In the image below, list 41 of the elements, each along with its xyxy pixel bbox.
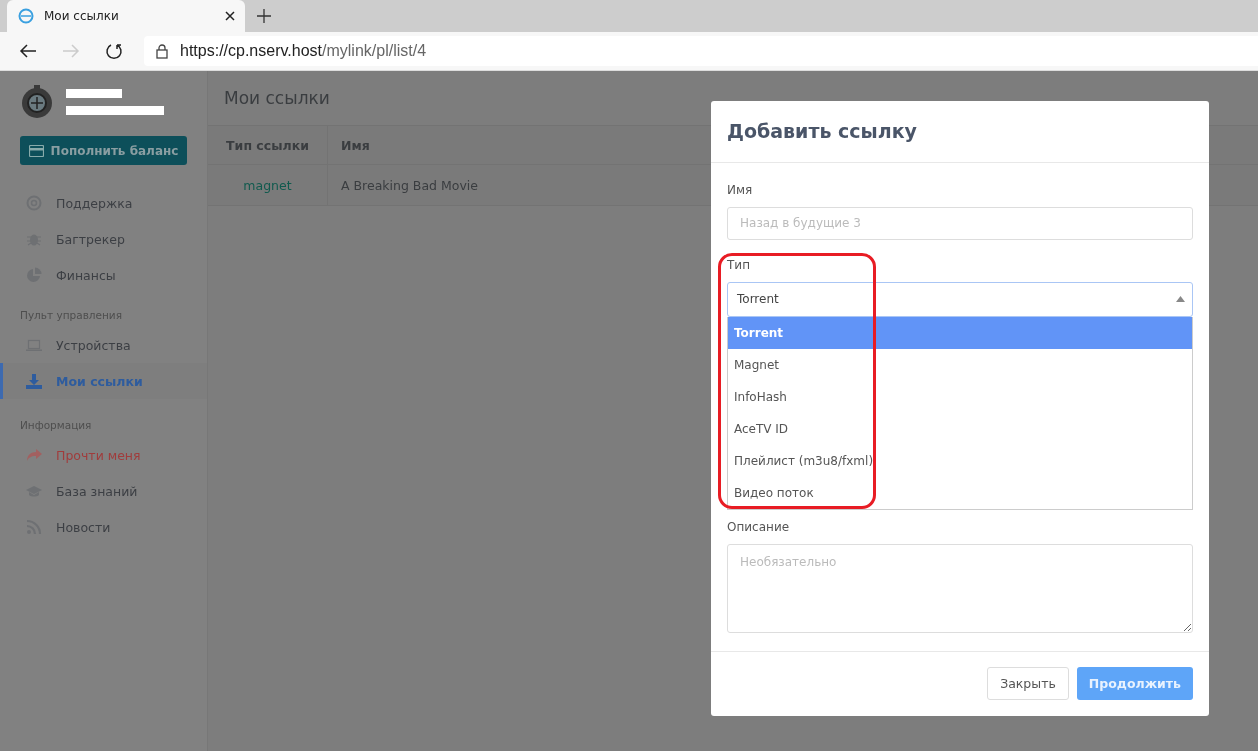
browser-tab[interactable]: Мои ссылки (7, 0, 245, 32)
column-header: Тип ссылки (226, 137, 309, 153)
tab-title: Мои ссылки (44, 9, 120, 23)
lock-icon (156, 43, 168, 59)
dropdown-option[interactable]: InfoHash (728, 380, 1192, 413)
dropdown-option[interactable]: AceTV ID (728, 412, 1192, 445)
dropdown-option[interactable]: Torrent (728, 316, 1192, 349)
sidebar-item[interactable]: Багтрекер (0, 221, 207, 257)
refresh-icon[interactable] (105, 42, 123, 60)
table-cell: A Breaking Bad Movie (341, 177, 478, 193)
plus-icon[interactable] (257, 9, 271, 23)
dropdown-option[interactable]: Плейлист (m3u8/fxml) (728, 444, 1192, 477)
dropdown-option[interactable]: Magnet (728, 348, 1192, 381)
type-select[interactable]: Torrent (727, 281, 1193, 317)
redaction-mark (66, 89, 122, 98)
download-icon (26, 373, 42, 389)
close-button[interactable]: Закрыть (987, 667, 1069, 701)
sidebar-item[interactable]: Прочти меня (0, 437, 207, 473)
description-field[interactable]: Необязательно (727, 543, 1193, 633)
link-type-cell[interactable]: magnet (243, 177, 292, 193)
field-label: Описание (727, 519, 790, 534)
continue-button[interactable]: Продолжить (1076, 667, 1193, 701)
share-icon (26, 447, 42, 463)
field-label: Имя (727, 182, 753, 197)
sidebar-item[interactable]: База знаний (0, 473, 207, 509)
url-text: https://cp.nserv.host/mylink/pl/list/4 (180, 42, 427, 60)
close-icon[interactable] (225, 11, 235, 21)
sidebar-item[interactable]: Устройства (0, 327, 207, 363)
card-icon (28, 144, 44, 157)
globe-icon (18, 8, 34, 24)
back-icon[interactable] (19, 44, 37, 58)
sidebar-item[interactable]: Поддержка (0, 185, 207, 221)
caret-icon (1176, 296, 1185, 303)
sidebar-item[interactable]: Финансы (0, 257, 207, 293)
column-header: Имя (341, 137, 370, 153)
name-field[interactable]: Назад в будущие 3 (727, 206, 1193, 240)
field-label: Тип (727, 257, 750, 272)
top-up-button[interactable]: Пополнить баланс (20, 136, 187, 165)
dropdown-option[interactable]: Видео поток (728, 476, 1192, 509)
sidebar-item[interactable]: Новости (0, 509, 207, 545)
address-bar[interactable]: https://cp.nserv.host/mylink/pl/list/4 (144, 36, 1258, 66)
